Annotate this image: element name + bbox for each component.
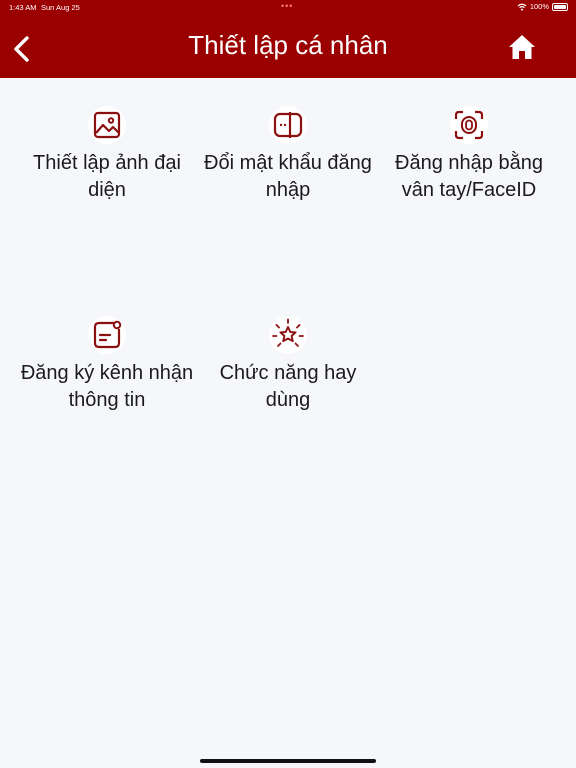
wifi-icon — [517, 3, 527, 11]
multitasking-dots-icon[interactable]: ••• — [281, 1, 293, 11]
status-bar: 1:43 AM Sun Aug 25 ••• 100% — [0, 0, 576, 14]
header-bar: 1:43 AM Sun Aug 25 ••• 100% Thiết lập cá… — [0, 0, 576, 78]
menu-item-label: Đăng ký kênh nhận thông tin — [20, 362, 194, 411]
star-icon — [272, 318, 304, 347]
home-icon — [509, 35, 535, 59]
menu-item-biometric-login[interactable]: Đăng nhập bằng vân tay/FaceID — [379, 106, 559, 204]
status-date: Sun Aug 25 — [41, 3, 80, 12]
home-indicator[interactable] — [200, 759, 376, 763]
page-title: Thiết lập cá nhân — [188, 30, 388, 60]
home-button[interactable] — [508, 33, 536, 61]
menu-item-frequent-functions[interactable]: Chức năng hay dùng — [198, 316, 378, 414]
menu-item-label: Đăng nhập bằng vân tay/FaceID — [395, 152, 543, 201]
battery-icon — [552, 2, 568, 11]
password-icon — [273, 112, 303, 138]
back-button[interactable] — [8, 32, 38, 66]
battery-percentage: 100% — [529, 2, 549, 11]
menu-item-label: Thiết lập ảnh đại diện — [33, 152, 181, 201]
menu-item-label: Đổi mật khẩu đăng nhập — [204, 152, 372, 201]
image-icon — [93, 111, 121, 139]
menu-item-label: Chức năng hay dùng — [219, 362, 357, 411]
fingerprint-icon — [454, 110, 484, 140]
chevron-left-icon — [14, 36, 29, 62]
menu-item-subscribe-channel[interactable]: Đăng ký kênh nhận thông tin — [17, 316, 197, 414]
menu-item-change-password[interactable]: Đổi mật khẩu đăng nhập — [198, 106, 378, 204]
menu-item-avatar-settings[interactable]: Thiết lập ảnh đại diện — [17, 106, 197, 204]
status-time: 1:43 AM — [9, 3, 37, 12]
notification-icon — [93, 320, 122, 349]
